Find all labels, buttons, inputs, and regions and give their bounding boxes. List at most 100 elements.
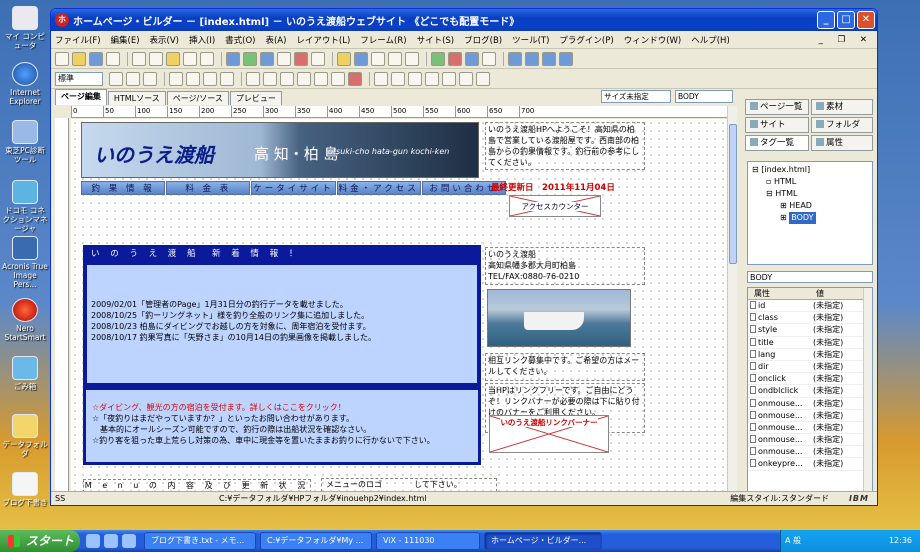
attribute-row[interactable]: class (未指定) xyxy=(748,312,872,325)
outlook-quicklaunch-icon[interactable] xyxy=(104,534,118,548)
cell-props-icon[interactable] xyxy=(459,71,473,86)
ie-quicklaunch-icon[interactable] xyxy=(86,534,100,548)
view-page-icon[interactable] xyxy=(508,51,522,66)
tab-page-edit[interactable]: ページ編集 xyxy=(55,89,107,105)
tree-node-head[interactable]: ⊞ HEAD xyxy=(748,200,872,212)
attribute-row[interactable]: title (未指定) xyxy=(748,337,872,349)
insert-link-icon[interactable] xyxy=(243,51,257,66)
notice-box[interactable]: ☆ダイビング、観光の方の宿泊を受付ます。詳しくはここをクリック！ ☆「夜釣りはま… xyxy=(83,387,481,465)
recycle-bin-icon[interactable]: ごみ箱 xyxy=(2,356,48,391)
docomo-connection-icon[interactable]: ドコモ コネクションマネージャ xyxy=(2,180,48,233)
menu-insert[interactable]: 挿入(I) xyxy=(189,34,215,46)
align-center-icon[interactable] xyxy=(126,71,140,86)
outdent-icon[interactable] xyxy=(186,71,200,86)
maximize-button[interactable]: □ xyxy=(837,11,855,29)
strike-icon[interactable] xyxy=(280,71,294,86)
cut-icon[interactable] xyxy=(132,51,146,66)
split-cells-icon[interactable] xyxy=(442,71,456,86)
toshiba-diagnostic-icon[interactable]: 東芝PC診断ツール xyxy=(2,120,48,164)
attribute-row[interactable]: lang (未指定) xyxy=(748,349,872,361)
task-homepage-builder[interactable]: ホームページ・ビルダー... xyxy=(484,532,602,550)
insert-image-icon[interactable] xyxy=(226,51,240,66)
view-split-icon[interactable] xyxy=(542,51,556,66)
mdi-window-controls[interactable]: _ ❐ ✕ xyxy=(819,35,873,45)
line-icon[interactable] xyxy=(371,51,385,66)
minimize-button[interactable]: _ xyxy=(817,11,835,29)
browser-preview-icon[interactable] xyxy=(260,51,274,66)
transfer-icon[interactable] xyxy=(431,51,445,66)
tab-tag-list[interactable]: タグ一覧 xyxy=(745,135,809,151)
table-insert-icon[interactable] xyxy=(374,71,388,86)
access-counter[interactable]: アクセスカウンター xyxy=(509,195,601,217)
attribute-row[interactable]: ondblclick (未指定) xyxy=(748,385,872,398)
pen-icon[interactable] xyxy=(337,51,351,66)
italic-icon[interactable] xyxy=(263,71,277,86)
menu-table[interactable]: 表(A) xyxy=(265,34,286,46)
font-color-icon[interactable] xyxy=(348,71,362,86)
my-computer-icon[interactable]: マイ コンピュータ xyxy=(2,6,48,50)
indent-icon[interactable] xyxy=(169,71,183,86)
tab-site[interactable]: サイト xyxy=(745,117,809,133)
row-insert-icon[interactable] xyxy=(391,71,405,86)
view-source-icon[interactable] xyxy=(525,51,539,66)
title-bar[interactable]: ホ ホームページ・ビルダー － [index.html] － いのうえ渡船ウェブ… xyxy=(51,9,877,31)
tree-node-html[interactable]: ▫ HTML xyxy=(748,176,872,188)
tab-page-source[interactable]: ページ/ソース xyxy=(166,91,229,105)
acronis-icon[interactable]: Acronis True Image Pers... xyxy=(2,236,48,289)
menu-frame[interactable]: フレーム(R) xyxy=(360,34,406,46)
publish-icon[interactable] xyxy=(465,51,479,66)
nav-catch-info[interactable]: 釣 果 情 報 xyxy=(81,181,166,195)
paragraph-style-select[interactable]: 標準 xyxy=(55,71,103,86)
tree-node-body[interactable]: ⊞ BODY xyxy=(748,212,872,224)
tab-preview[interactable]: プレビュー xyxy=(229,91,282,105)
table-icon[interactable] xyxy=(277,51,291,66)
picture-icon[interactable] xyxy=(354,51,368,66)
link-recruit-text[interactable]: 相互リンク募集中です。ご希望の方はメールしてください。 xyxy=(485,353,645,381)
paste-icon[interactable] xyxy=(166,51,180,66)
address-block[interactable]: いのうえ渡船 高知県幡多郡大月町柏島 TEL/FAX:0880-76-0210 xyxy=(485,247,645,285)
task-vix[interactable]: ViX - 111030 xyxy=(376,532,480,550)
table-props-icon[interactable] xyxy=(476,71,490,86)
menu-file[interactable]: ファイル(F) xyxy=(55,34,101,46)
tab-page-list[interactable]: ページ一覧 xyxy=(745,99,809,115)
font-size-up-icon[interactable] xyxy=(314,71,328,86)
news-box[interactable]: い の う え 渡 船 新 着 情 報 ！ 2009/02/01「管理者のPag… xyxy=(83,245,481,389)
align-right-icon[interactable] xyxy=(143,71,157,86)
view-preview-icon[interactable] xyxy=(559,51,573,66)
tab-material[interactable]: 素材 xyxy=(811,99,873,115)
nav-mobile[interactable]: ケータイサイト xyxy=(251,181,336,195)
menu-site[interactable]: サイト(S) xyxy=(417,34,455,46)
grid-icon[interactable] xyxy=(388,51,402,66)
numbered-list-icon[interactable] xyxy=(220,71,234,86)
save-icon[interactable] xyxy=(89,51,103,66)
menu-layout[interactable]: レイアウト(L) xyxy=(296,34,350,46)
new-icon[interactable] xyxy=(55,51,69,66)
color-icon[interactable] xyxy=(294,51,308,66)
print-icon[interactable] xyxy=(106,51,120,66)
tag-tree[interactable]: ⊟ [index.html] ▫ HTML ⊟ HTML ⊞ HEAD ⊞ BO… xyxy=(747,161,873,265)
underline-icon[interactable] xyxy=(297,71,311,86)
open-icon[interactable] xyxy=(72,51,86,66)
editor-scrollbar[interactable] xyxy=(727,106,737,493)
attribute-row[interactable]: id (未指定) xyxy=(748,300,872,313)
attribute-row[interactable]: style (未指定) xyxy=(748,324,872,337)
page-edit-canvas[interactable]: いのうえ渡船 高 知・柏 島 otsuki-cho hata-gun kochi… xyxy=(71,119,727,493)
menu-view[interactable]: 表示(V) xyxy=(150,34,179,46)
attribute-row[interactable]: onmouse... (未指定) xyxy=(748,398,872,410)
merge-cells-icon[interactable] xyxy=(425,71,439,86)
menu-window[interactable]: ウィンドウ(W) xyxy=(624,34,682,46)
attribute-row[interactable]: onmouse... (未指定) xyxy=(748,446,872,459)
undo-icon[interactable] xyxy=(183,51,197,66)
layout-icon[interactable] xyxy=(311,51,325,66)
attribute-row[interactable]: onmouse... (未指定) xyxy=(748,422,872,435)
redo-icon[interactable] xyxy=(200,51,214,66)
start-button[interactable]: スタート xyxy=(0,530,80,552)
boat-photo[interactable] xyxy=(487,289,631,347)
size-select[interactable]: サイズ未指定 xyxy=(601,90,671,103)
copy-icon[interactable] xyxy=(149,51,163,66)
nav-price[interactable]: 料 金 表 xyxy=(166,181,251,195)
site-icon[interactable] xyxy=(448,51,462,66)
nero-icon[interactable]: Nero StartSmart xyxy=(2,298,48,342)
list-icon[interactable] xyxy=(203,71,217,86)
site-banner[interactable]: いのうえ渡船 高 知・柏 島 otsuki-cho hata-gun kochi… xyxy=(81,122,479,178)
